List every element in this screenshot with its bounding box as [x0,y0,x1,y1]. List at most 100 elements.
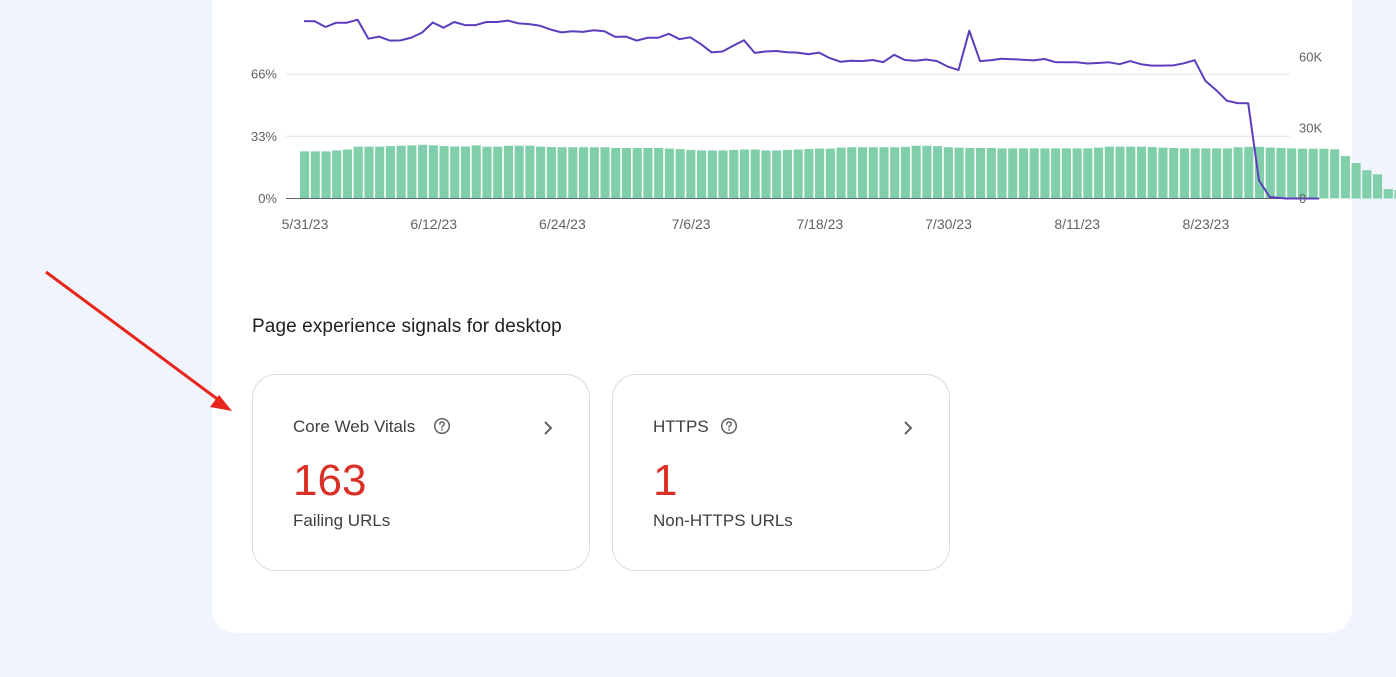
chart-bar [933,146,943,199]
chart-bar [364,146,374,199]
impressions-chart: 66% 33% 0% 60K 30K 0 5/31/23 6/12/23 6/24/23 7/6/… [251,18,1396,232]
core-web-vitals-card[interactable]: Core Web Vitals 163 Failing URLs [252,374,590,571]
chart-bar [1040,148,1050,199]
chart-bar [965,147,975,199]
chart-bar [1351,163,1361,199]
chart-bar [396,145,406,199]
section-title: Page experience signals for desktop [252,316,562,337]
https-card[interactable]: HTTPS 1 Non-HTTPS URLs [612,374,950,571]
right-axis-label: 30K [1299,120,1322,135]
chart-bar [460,146,471,199]
chart-bar [943,147,953,199]
x-axis-label: 6/12/23 [410,216,457,232]
chart-bar [890,147,900,199]
chart-bar [643,147,653,199]
chart-bar [1115,146,1125,199]
chart-bar [997,148,1007,199]
chart-bar [1201,148,1211,199]
chart-bar [589,147,599,199]
chart-bar [1276,147,1286,199]
chart-grid [286,73,1290,137]
chart-bar [578,147,589,199]
help-circle-icon[interactable] [433,417,451,435]
chart-bar [1083,148,1093,199]
chart-bar [772,150,782,199]
chart-bar [1287,148,1297,199]
chevron-right-icon[interactable] [541,419,555,437]
chart-bar [1383,189,1393,199]
chart-bar [300,151,310,199]
chart-bar [922,145,932,199]
chart-bar [654,147,664,199]
chart-bar [954,147,964,199]
chart-bar [503,145,513,199]
right-axis-label: 0 [1299,191,1306,206]
chart-bar [675,149,685,199]
card-subtitle: Non-HTTPS URLs [653,511,793,530]
chart-bar [1212,148,1222,199]
left-axis-label: 0% [258,191,277,206]
chart-bar [1222,148,1232,199]
x-axis-label: 7/6/23 [672,216,711,232]
chart-bar [1136,146,1147,199]
chart-bar [729,149,739,199]
chart-bar [804,148,814,199]
chart-bar [600,147,610,199]
chart-bar [815,148,825,199]
chart-bar [1072,148,1082,199]
card-title: HTTPS [653,417,709,436]
chart-bar [825,148,835,199]
chart-bar [471,145,481,199]
chart-bar [450,146,460,199]
chart-bar [1051,148,1061,199]
help-circle-icon[interactable] [720,417,738,435]
chart-bar [975,147,986,199]
chart-bar [321,151,331,199]
chart-bar [375,146,385,199]
chart-bar [1018,148,1029,199]
chart-bar [911,145,921,199]
card-subtitle: Failing URLs [293,511,391,530]
chart-bar [407,145,417,199]
chart-bar [900,146,911,199]
chart-bar [1362,170,1372,199]
chart-bar [1126,146,1136,199]
chart-bar [868,147,878,199]
chart-bar [879,147,889,199]
chart-bar [418,144,428,199]
chart-bar [1308,148,1318,199]
chart-bar [664,148,674,199]
chart-bar [1319,148,1329,199]
chart-bar [739,149,750,199]
chart-bar [1340,156,1350,199]
chart-bar [353,146,363,199]
x-axis-label: 8/11/23 [1054,216,1100,232]
chart-bar [310,151,320,199]
chart-bar [1104,146,1114,199]
chart-bars [300,144,1396,199]
chart-axis-labels: 66% 33% 0% 60K 30K 0 5/31/23 6/12/23 6/24/23 7/6/… [251,50,1322,232]
chart-bar [793,149,803,199]
chart-bar [536,146,546,199]
chart-bar [632,147,642,199]
chart-bar [986,147,996,199]
failing-count: 163 [293,456,367,505]
chart-bar [847,147,857,199]
chart-bar [1190,148,1200,199]
chart-bar [611,147,621,199]
chart-bar [557,147,567,199]
x-axis-label: 8/23/23 [1183,216,1230,232]
chart-bar [718,150,728,199]
chart-bar [1147,147,1157,199]
x-axis-label: 5/31/23 [282,216,329,232]
chart-bar [782,149,792,199]
chart-bar [761,150,771,199]
chart-bar [546,147,556,199]
chart-bar [385,146,395,199]
right-axis-label: 60K [1299,50,1322,65]
left-axis-label: 33% [251,129,277,144]
chart-bar [1179,148,1189,199]
chart-bar [1008,148,1018,199]
chevron-right-icon[interactable] [901,419,915,437]
chart-bar [1330,149,1340,199]
